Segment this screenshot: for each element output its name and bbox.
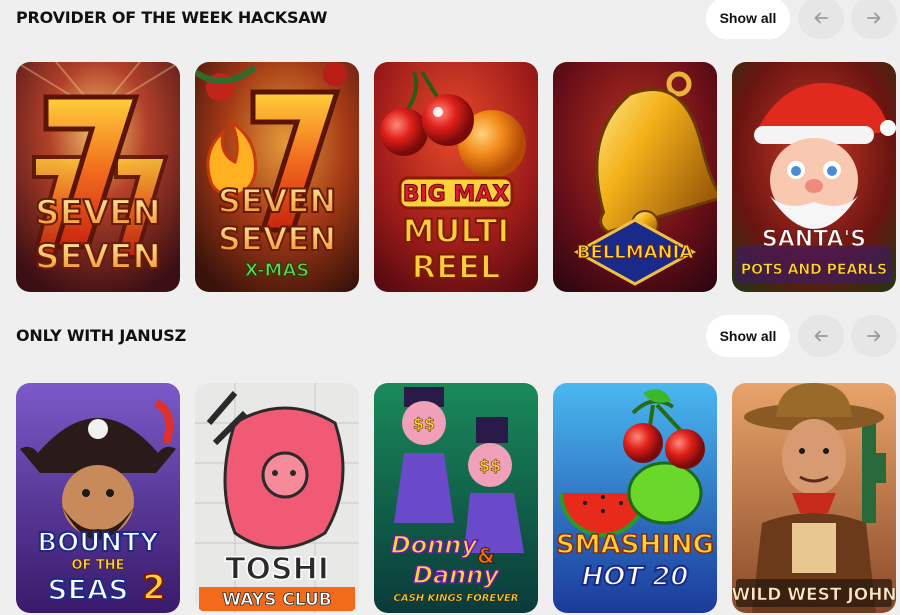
game-carousel: BOUNTY OF THE SEAS 2 TOSHI WAYS CLUB $$ … (16, 383, 900, 615)
game-title: OF THE (71, 558, 124, 573)
game-title: BELLMANIA (577, 242, 694, 263)
section-title: PROVIDER OF THE WEEK HACKSAW (16, 8, 328, 27)
game-title: SEVEN (35, 193, 161, 233)
arrow-left-icon (814, 330, 828, 342)
game-card-bellmania[interactable]: BELLMANIA (553, 62, 717, 292)
next-button[interactable] (851, 0, 897, 39)
game-title: WILD WEST JOHN (732, 585, 896, 605)
show-all-button[interactable]: Show all (706, 315, 790, 357)
game-subtitle: CASH KINGS FOREVER (394, 593, 519, 604)
game-title: MULTI (403, 212, 510, 250)
game-title: HOT 20 (582, 562, 689, 592)
game-title: 2 (142, 568, 166, 608)
arrow-right-icon (867, 12, 881, 24)
section-title: ONLY WITH JANUSZ (16, 326, 186, 345)
game-title: SMASHING (556, 530, 714, 560)
game-title: BOUNTY (37, 528, 160, 558)
game-card-wild-west-john[interactable]: WILD WEST JOHN (732, 383, 896, 613)
game-title: Danny (413, 561, 500, 589)
prev-button[interactable] (798, 315, 844, 357)
next-button[interactable] (851, 315, 897, 357)
game-title: REEL (412, 248, 501, 286)
show-all-button[interactable]: Show all (706, 0, 790, 39)
game-card-seven-seven[interactable]: SEVEN SEVEN (16, 62, 180, 292)
game-card-toshi-ways-club[interactable]: TOSHI WAYS CLUB (195, 383, 359, 613)
game-subtitle: X-MAS (245, 260, 310, 281)
game-title: SEAS (47, 573, 128, 606)
svg-text:$$: $$ (413, 414, 435, 433)
game-card-santas-pots-and-pearls[interactable]: SANTA'S POTS AND PEARLS (732, 62, 896, 292)
game-subtitle: POTS AND PEARLS (741, 262, 887, 278)
game-title: SANTA'S (762, 227, 866, 252)
game-title: Donny (391, 531, 479, 559)
game-card-bounty-of-the-seas-2[interactable]: BOUNTY OF THE SEAS 2 (16, 383, 180, 613)
game-title: TOSHI (225, 552, 329, 587)
prev-button[interactable] (798, 0, 844, 39)
game-card-seven-seven-xmas[interactable]: SEVEN SEVEN X-MAS (195, 62, 359, 292)
game-title: WAYS CLUB (222, 590, 331, 610)
game-card-big-max-multi-reel[interactable]: BIG MAX MULTI REEL (374, 62, 538, 292)
svg-text:$$: $$ (479, 456, 501, 475)
arrow-left-icon (814, 12, 828, 24)
game-carousel: SEVEN SEVEN SEVEN SEVEN X-MAS BIG MAX MU… (16, 62, 900, 294)
game-card-donny-and-danny[interactable]: $$ $$ Donny & Danny CASH KINGS FOREVER (374, 383, 538, 613)
game-title: SEVEN (35, 237, 161, 277)
game-card-smashing-hot-20[interactable]: SMASHING HOT 20 (553, 383, 717, 613)
game-title: SEVEN (218, 182, 336, 220)
game-title: SEVEN (218, 220, 336, 258)
game-title: BIG MAX (403, 182, 510, 207)
arrow-right-icon (867, 330, 881, 342)
